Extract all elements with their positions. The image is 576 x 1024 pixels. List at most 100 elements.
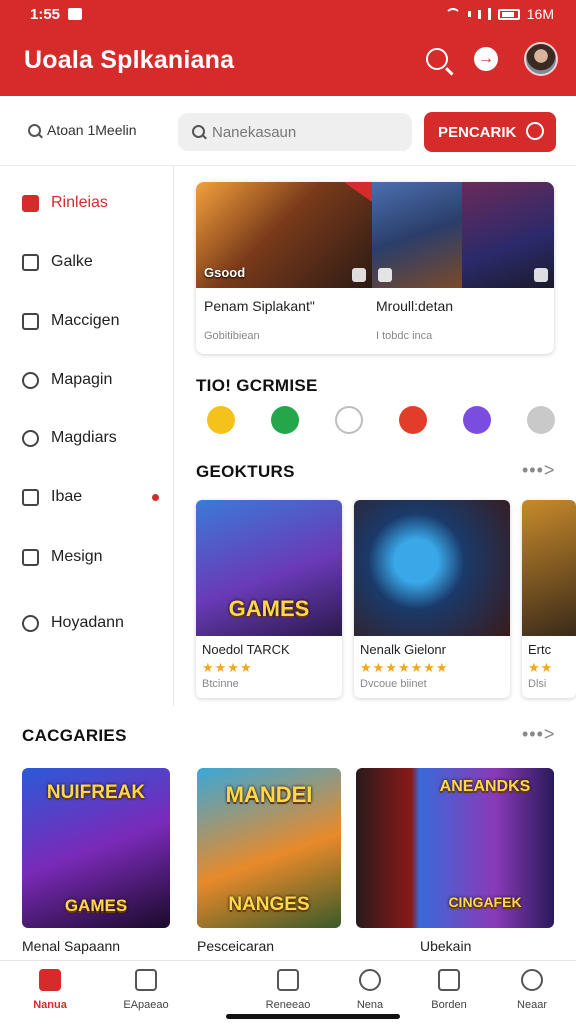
forward-arrow-icon[interactable]: →: [474, 47, 498, 71]
featured-card[interactable]: Gsood Penam Siplakant" Gobitibiean Mroul…: [196, 182, 554, 354]
sidebar-item-label: Magdiars: [51, 429, 117, 446]
red-game-icon[interactable]: [399, 406, 427, 434]
list-icon: [438, 969, 460, 991]
category-card[interactable]: NUIFREAK GAMES Menal Sapaann: [22, 768, 170, 958]
calendar-icon: [22, 253, 39, 271]
gesture-bar[interactable]: [226, 1014, 400, 1019]
tag-icon: [22, 614, 39, 632]
sidebar-item-mapagin[interactable]: Mapagin: [22, 371, 112, 389]
category-name: Ubekain: [420, 938, 472, 954]
rating-stars: ★★★★★★★: [360, 660, 449, 675]
sidebar-item-ibae[interactable]: Ibae: [22, 488, 159, 506]
profile-icon: [521, 969, 543, 991]
app-header: 1:55 16M Uoala Splkaniana →: [0, 0, 576, 96]
signal-bar-icon: [487, 8, 491, 20]
search-input[interactable]: Nanekasaun: [178, 113, 412, 151]
category-image: ANEANDKS CINGAFEK: [356, 768, 554, 928]
search-icon: [28, 123, 41, 137]
status-time: 1:55: [30, 5, 61, 23]
category-name: Pesceicaran: [197, 938, 275, 954]
gray-game-icon[interactable]: [527, 406, 555, 434]
nav-label: EApaeao: [123, 999, 169, 1011]
nav-item-bag[interactable]: Reneeao: [248, 969, 328, 1011]
game-card[interactable]: Nenalk Gielonr ★★★★★★★ Dvcoue biinet: [354, 500, 510, 698]
battery-icon: [497, 8, 520, 20]
sidebar-item-label: Maccigen: [51, 312, 120, 329]
game-image: [522, 500, 576, 636]
image-icon: [22, 548, 39, 566]
status-right-text: 16M: [526, 6, 554, 22]
breadcrumb[interactable]: Atoan 1Meelin: [28, 122, 137, 138]
header-actions: →: [426, 42, 558, 76]
featured-subtitle: Gobitibiean: [204, 330, 260, 342]
nav-item-store[interactable]: EApaeao: [106, 969, 186, 1011]
sidebar-item-mesign[interactable]: Mesign: [22, 548, 103, 566]
notification-dot: [152, 494, 159, 501]
map-icon: [22, 371, 39, 389]
app-title: Uoala Splkaniana: [24, 46, 235, 74]
featured-title: Mroull:detan: [376, 298, 454, 314]
bag-icon: [277, 969, 299, 991]
green-game-icon[interactable]: [271, 406, 299, 434]
featured-subtitle: I tobdc inca: [376, 330, 433, 342]
message-icon: [22, 312, 39, 330]
play-badge-icon: [352, 268, 366, 282]
play-badge-icon: [534, 268, 548, 282]
category-image-word: GAMES: [64, 896, 128, 915]
sidebar-item-rinleias[interactable]: Rinleias: [22, 194, 108, 212]
nav-item-home[interactable]: Nanua: [10, 969, 90, 1011]
sidebar-item-hoyadann[interactable]: Hoyadann: [22, 614, 124, 632]
search-icon: [359, 969, 381, 991]
search-button[interactable]: PENCARIK: [424, 112, 556, 152]
status-indicators: 16M: [444, 6, 554, 22]
nav-item-profile[interactable]: Neaar: [492, 969, 572, 1011]
game-meta: Dvcoue biinet: [360, 678, 427, 690]
game-image: GAMES: [196, 500, 342, 636]
home-icon: [39, 969, 61, 991]
sidebar-item-maccigen[interactable]: Maccigen: [22, 312, 119, 330]
game-meta: Dlsi: [528, 678, 547, 690]
nav-label: Borden: [431, 999, 467, 1011]
corner-badge: [344, 182, 372, 202]
section-title-geokturs: GEOKTURS: [196, 462, 295, 481]
category-image: NUIFREAK GAMES: [22, 768, 170, 928]
search-icon[interactable]: [426, 48, 448, 70]
section-title-categories: CACGARIES: [22, 726, 127, 745]
sidebar-item-galke[interactable]: Galke: [22, 253, 93, 271]
nav-label: Reneeao: [265, 999, 311, 1011]
nav-item-list[interactable]: Borden: [409, 969, 489, 1011]
category-card[interactable]: MANDEI NANGES Pesceicaran: [197, 768, 341, 958]
wifi-icon: [444, 8, 461, 20]
category-card[interactable]: ANEANDKS CINGAFEK Ubekain: [356, 768, 554, 958]
more-button[interactable]: •••>: [522, 460, 555, 481]
circle-icon: [22, 429, 39, 447]
avatar[interactable]: [524, 42, 558, 76]
signal-bar-icon: [477, 9, 481, 19]
rating-stars: ★★: [528, 660, 554, 675]
yellow-game-icon[interactable]: [207, 406, 235, 434]
category-name: Menal Sapaann: [22, 938, 121, 954]
sidebar-item-magdiars[interactable]: Magdiars: [22, 429, 117, 447]
rating-stars: ★★★★: [202, 660, 253, 675]
chat-game-icon[interactable]: [335, 406, 363, 434]
featured-image: [372, 182, 462, 288]
category-image-title: NUIFREAK: [46, 782, 146, 803]
purple-game-icon[interactable]: [463, 406, 491, 434]
category-image-title: ANEANDKS: [439, 778, 531, 795]
search-icon: [526, 122, 544, 140]
sidebar-item-label: Hoyadann: [51, 614, 124, 631]
more-button[interactable]: •••>: [522, 724, 555, 745]
nav-item-search[interactable]: Nena: [330, 969, 410, 1011]
featured-image-tag: Gsood: [204, 265, 246, 280]
sidebar-item-label: Mesign: [51, 548, 103, 565]
category-image-word: NANGES: [228, 894, 310, 915]
search-icon: [192, 125, 205, 138]
sidebar-item-label: Galke: [51, 253, 93, 270]
game-card[interactable]: Ertc ★★ Dlsi: [522, 500, 576, 698]
search-button-label: PENCARIK: [438, 123, 517, 141]
sidebar-item-label: Rinleias: [51, 194, 108, 211]
sidebar-item-label: Ibae: [51, 488, 83, 505]
search-placeholder: Nanekasaun: [212, 123, 297, 141]
game-card[interactable]: GAMES Noedol TARCK ★★★★ Btcinne: [196, 500, 342, 698]
play-badge-icon: [378, 268, 392, 282]
